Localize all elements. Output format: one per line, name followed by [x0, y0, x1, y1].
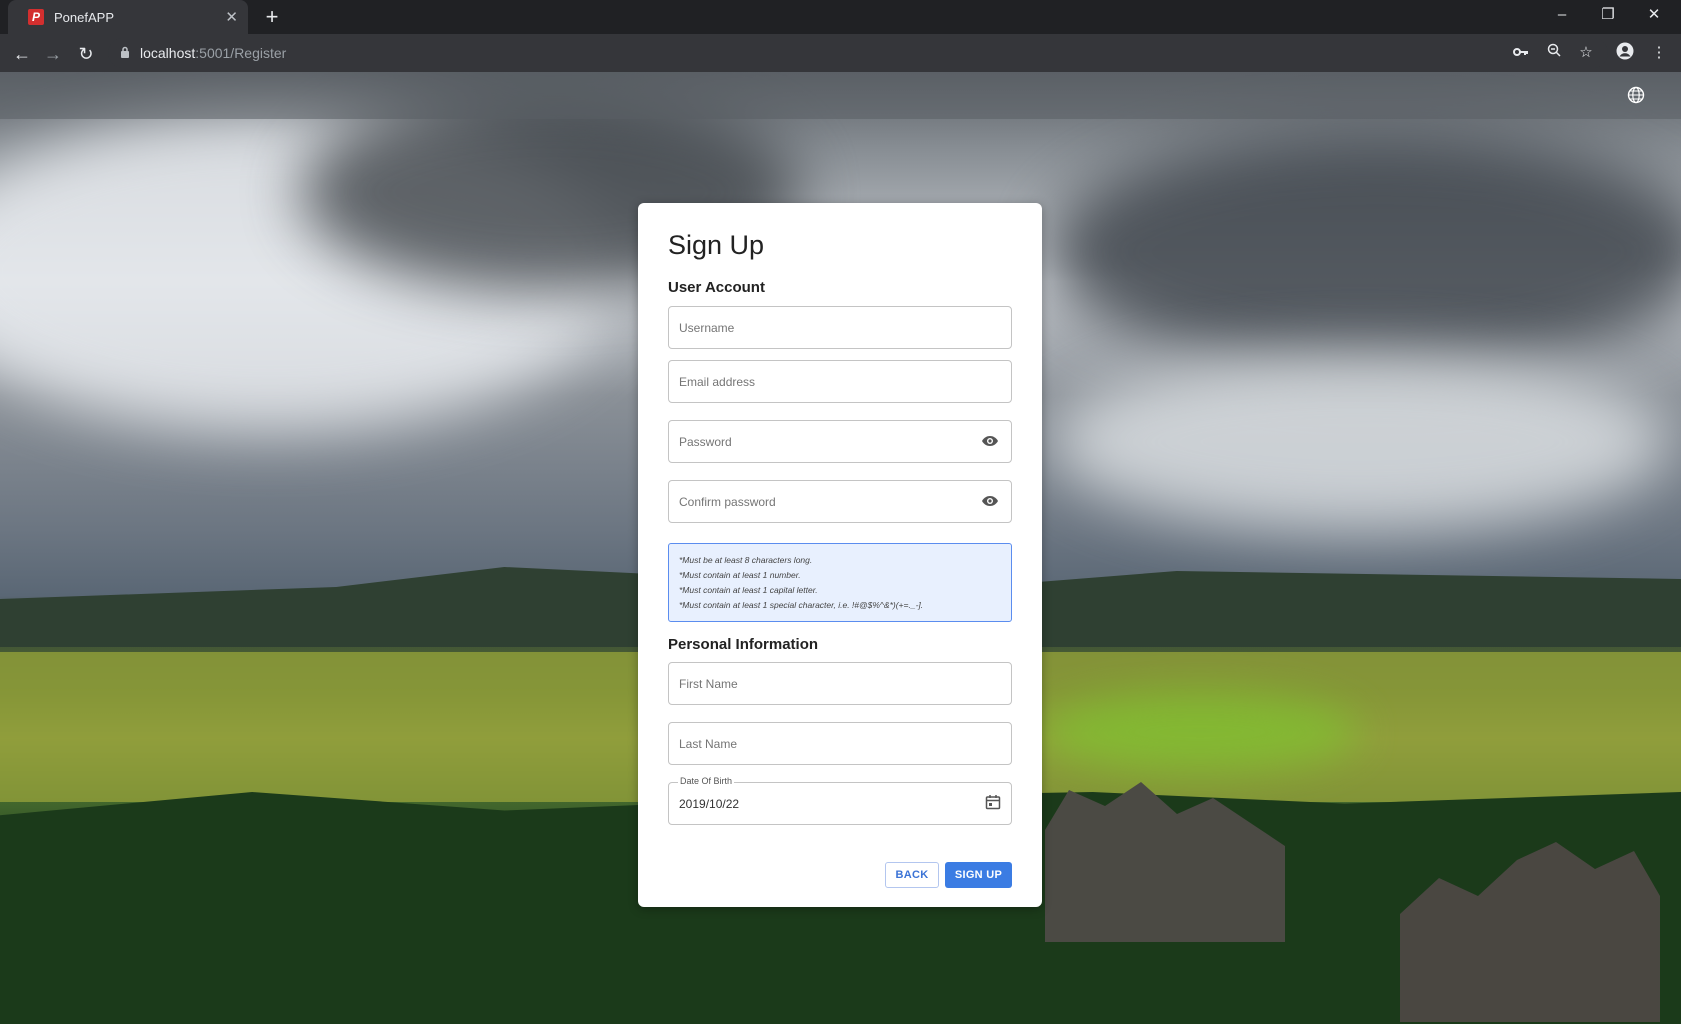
- background-field-highlight: [1040, 692, 1360, 772]
- browser-tab[interactable]: P PonefAPP ✕: [8, 0, 248, 34]
- eye-icon[interactable]: [981, 495, 1001, 509]
- back-button[interactable]: BACK: [885, 862, 939, 888]
- new-tab-button[interactable]: +: [259, 4, 285, 30]
- password-field[interactable]: Password: [668, 420, 1012, 463]
- tab-title: PonefAPP: [54, 9, 114, 25]
- email-placeholder: Email address: [679, 374, 756, 389]
- first-name-field[interactable]: First Name: [668, 662, 1012, 705]
- lock-icon: [120, 46, 130, 61]
- calendar-icon[interactable]: [985, 794, 1001, 813]
- section-user-account: User Account: [668, 279, 765, 296]
- last-name-placeholder: Last Name: [679, 736, 738, 751]
- url-host: localhost: [140, 45, 196, 61]
- zoom-icon[interactable]: [1543, 42, 1565, 64]
- account-icon[interactable]: [1614, 42, 1636, 64]
- background-cloud: [1050, 352, 1670, 532]
- address-bar[interactable]: localhost:5001/Register: [108, 38, 1608, 68]
- password-rule: *Must contain at least 1 special charact…: [679, 600, 924, 610]
- confirm-password-field[interactable]: Confirm password: [668, 480, 1012, 523]
- sign-up-button[interactable]: SIGN UP: [945, 862, 1012, 888]
- signup-card: Sign Up User Account Username Email addr…: [638, 203, 1042, 907]
- first-name-placeholder: First Name: [679, 676, 738, 691]
- password-rules: *Must be at least 8 characters long. *Mu…: [668, 543, 1012, 622]
- forward-nav-icon[interactable]: →: [41, 42, 65, 66]
- eye-icon[interactable]: [981, 435, 1001, 449]
- confirm-password-placeholder: Confirm password: [679, 494, 776, 509]
- background-cloud: [1050, 132, 1681, 372]
- password-placeholder: Password: [679, 434, 732, 449]
- reload-icon[interactable]: ↻: [74, 42, 98, 66]
- password-rule: *Must be at least 8 characters long.: [679, 555, 813, 565]
- url-path: :5001/Register: [195, 45, 287, 61]
- restore-button[interactable]: ❐: [1585, 0, 1631, 30]
- browser-toolbar: ← → ↻ localhost:5001/Register ☆ ⋮: [0, 34, 1681, 72]
- section-personal-information: Personal Information: [668, 636, 819, 653]
- browser-tabstrip: P PonefAPP ✕ + – ❐ ✕: [0, 0, 1681, 34]
- globe-icon[interactable]: [1627, 86, 1645, 104]
- app-header: [0, 72, 1681, 119]
- date-of-birth-label: Date Of Birth: [678, 776, 735, 786]
- minimize-button[interactable]: –: [1539, 0, 1585, 30]
- password-rule: *Must contain at least 1 number.: [679, 570, 801, 580]
- last-name-field[interactable]: Last Name: [668, 722, 1012, 765]
- menu-icon[interactable]: ⋮: [1648, 42, 1670, 64]
- close-window-button[interactable]: ✕: [1631, 0, 1677, 30]
- username-placeholder: Username: [679, 320, 735, 335]
- favicon-icon: P: [28, 9, 44, 25]
- page-viewport: Sign Up User Account Username Email addr…: [0, 72, 1681, 1024]
- key-icon[interactable]: [1510, 42, 1532, 64]
- close-tab-icon[interactable]: ✕: [225, 8, 238, 26]
- email-field[interactable]: Email address: [668, 360, 1012, 403]
- date-of-birth-value: 2019/10/22: [679, 796, 740, 811]
- password-rule: *Must contain at least 1 capital letter.: [679, 585, 818, 595]
- back-nav-icon[interactable]: ←: [10, 42, 34, 66]
- star-icon[interactable]: ☆: [1575, 42, 1597, 64]
- username-field[interactable]: Username: [668, 306, 1012, 349]
- date-of-birth-field[interactable]: Date Of Birth 2019/10/22: [668, 776, 1012, 825]
- page-title: Sign Up: [668, 230, 765, 260]
